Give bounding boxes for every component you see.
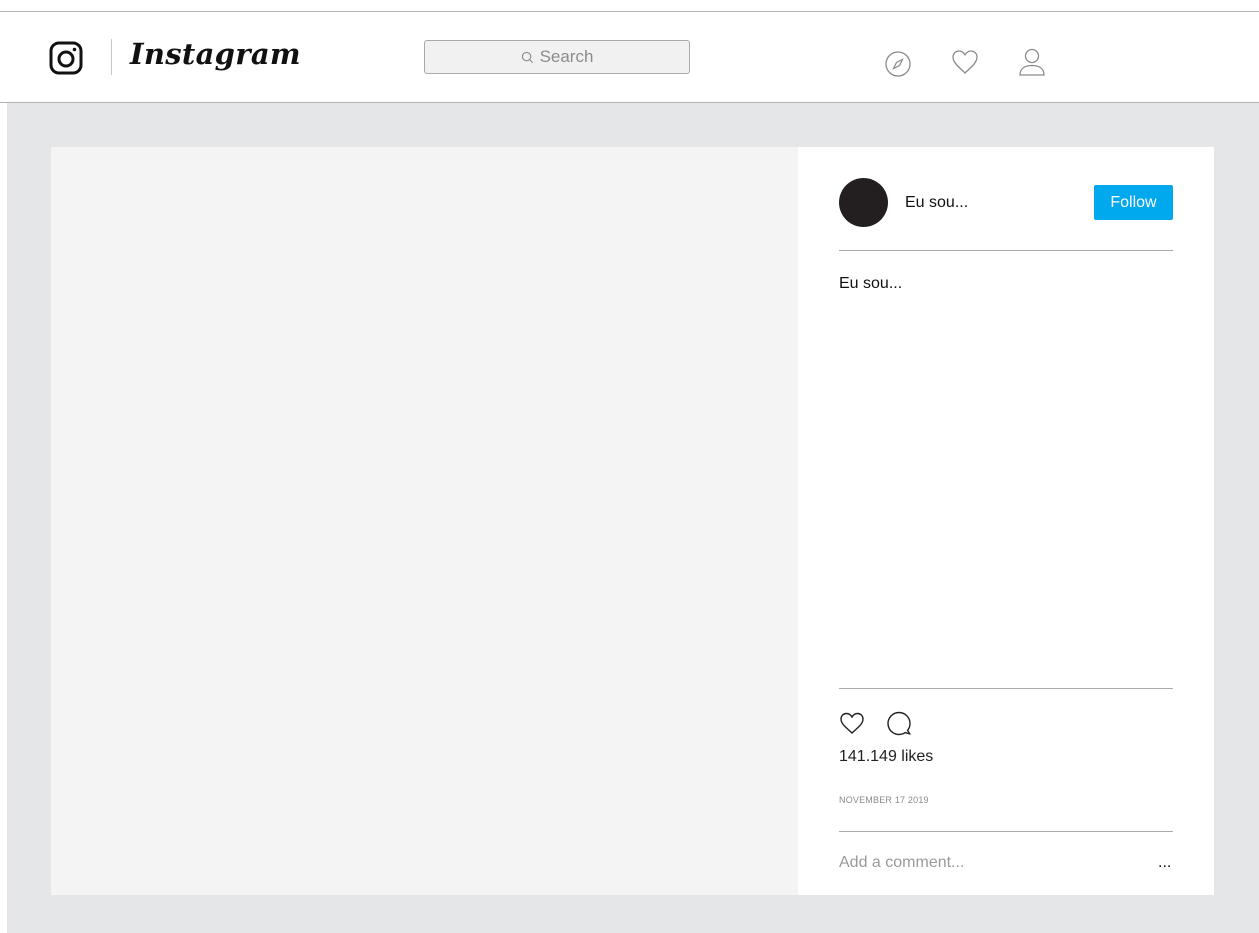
follow-button[interactable]: Follow bbox=[1094, 185, 1173, 220]
profile-icon[interactable] bbox=[1017, 47, 1047, 77]
header-divider bbox=[839, 250, 1173, 251]
post-image[interactable] bbox=[51, 147, 798, 895]
comment-input[interactable] bbox=[839, 850, 1129, 876]
actions-divider bbox=[839, 688, 1173, 689]
post-caption: Eu sou... bbox=[839, 275, 903, 292]
search-input[interactable]: Search bbox=[424, 40, 690, 74]
likes-count[interactable]: 141.149 likes bbox=[839, 747, 933, 767]
like-heart-icon[interactable] bbox=[839, 711, 865, 735]
more-options-button[interactable]: ... bbox=[1158, 853, 1171, 873]
instagram-glyph-icon[interactable] bbox=[49, 41, 83, 75]
search-icon bbox=[521, 51, 533, 63]
compass-icon[interactable] bbox=[884, 50, 912, 78]
post-username[interactable]: Eu sou... bbox=[905, 193, 968, 213]
heart-icon[interactable] bbox=[950, 48, 980, 76]
post-date: NOVEMBER 17 2019 bbox=[839, 795, 929, 805]
comment-divider bbox=[839, 831, 1173, 832]
logo-divider bbox=[111, 39, 112, 75]
avatar[interactable] bbox=[839, 178, 888, 227]
search-placeholder: Search bbox=[539, 47, 594, 66]
comment-icon[interactable] bbox=[886, 710, 912, 736]
instagram-wordmark[interactable]: Instagram bbox=[130, 34, 301, 74]
